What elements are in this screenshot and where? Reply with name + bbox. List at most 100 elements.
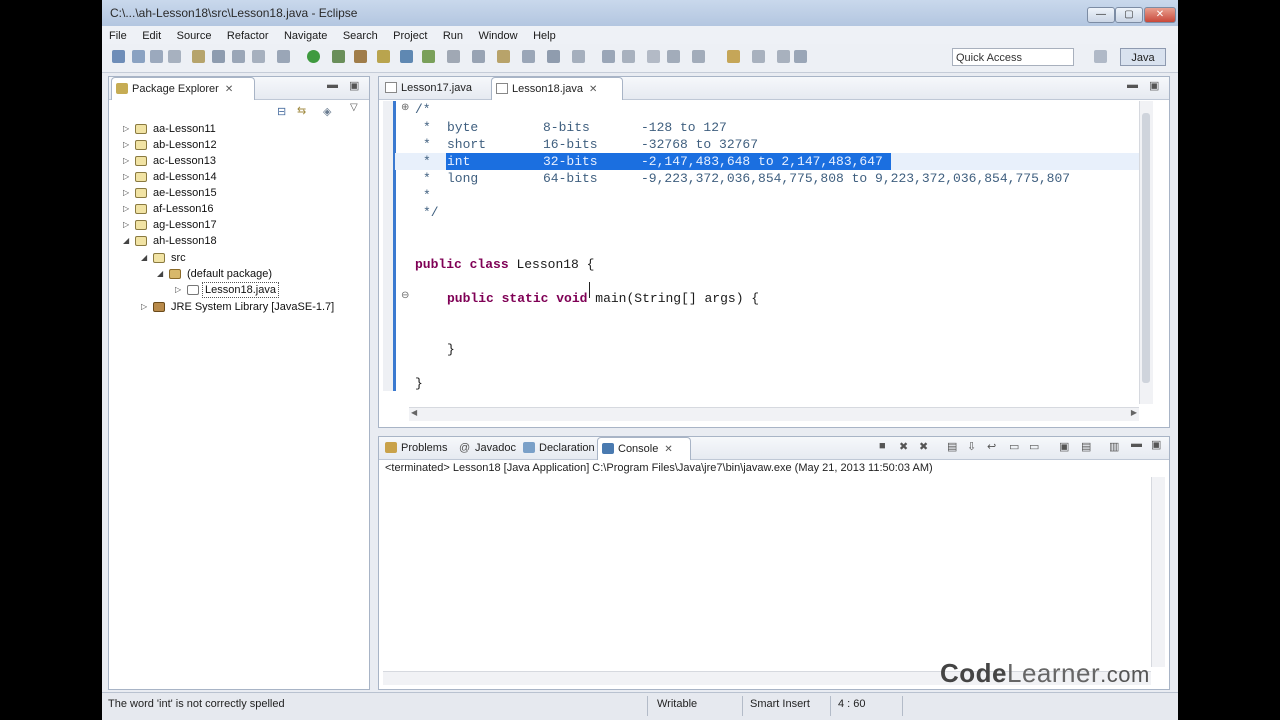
scrollbar-thumb[interactable]: [1142, 113, 1150, 383]
forward-icon[interactable]: [692, 50, 705, 63]
annotation-icon[interactable]: [497, 50, 510, 63]
run-history-icon[interactable]: [332, 50, 345, 63]
expand-icon[interactable]: ▷: [123, 217, 129, 233]
last-edit-icon[interactable]: [647, 50, 660, 63]
block-select-icon[interactable]: [547, 50, 560, 63]
console-vertical-scrollbar[interactable]: [1151, 477, 1165, 667]
search-task-icon[interactable]: [252, 50, 265, 63]
next-annotation-icon[interactable]: [602, 50, 615, 63]
code-line-close-class[interactable]: }: [415, 375, 423, 392]
maximize-button[interactable]: ▢: [1115, 7, 1143, 23]
tab-package-explorer[interactable]: Package Explorer ✕: [111, 77, 255, 100]
open-perspective-small-icon[interactable]: [794, 50, 807, 63]
toggle-mark-icon[interactable]: [522, 50, 535, 63]
fold-comment-icon[interactable]: ⊕: [401, 102, 409, 113]
new-java-project-icon[interactable]: [377, 50, 390, 63]
menu-help[interactable]: Help: [526, 28, 560, 42]
prev-annotation-icon[interactable]: [622, 50, 635, 63]
remove-all-icon[interactable]: ✖: [919, 440, 928, 453]
editor-vertical-scrollbar[interactable]: [1139, 101, 1153, 404]
minimize-view-icon[interactable]: ▬: [1131, 438, 1142, 450]
history-back-icon[interactable]: [752, 50, 765, 63]
menu-project[interactable]: Project: [386, 28, 431, 42]
show-stderr-icon[interactable]: ▭: [1029, 440, 1039, 453]
expand-icon[interactable]: ▷: [123, 153, 129, 169]
link-with-editor-icon[interactable]: ⇆: [297, 104, 306, 117]
open-perspective-icon[interactable]: [1094, 50, 1107, 63]
tab-lesson17-java[interactable]: Lesson17.java: [381, 77, 493, 99]
word-wrap-icon[interactable]: ↩: [987, 440, 996, 453]
menu-window[interactable]: Window: [471, 28, 521, 42]
close-button[interactable]: ✕: [1144, 7, 1176, 23]
expand-icon[interactable]: ▷: [123, 121, 129, 137]
fold-method-icon[interactable]: ⊖: [401, 290, 409, 301]
menu-navigate[interactable]: Navigate: [277, 28, 331, 42]
minimize-view-icon[interactable]: ▬: [327, 79, 338, 91]
expand-icon[interactable]: ▷: [175, 282, 181, 298]
save-icon[interactable]: [132, 50, 145, 63]
open-type-icon[interactable]: [212, 50, 225, 63]
expand-icon[interactable]: ▷: [141, 299, 147, 315]
show-whitespace-icon[interactable]: [572, 50, 585, 63]
editor-horizontal-scrollbar[interactable]: ◀ ▶: [409, 407, 1139, 421]
collapse-icon[interactable]: ◢: [157, 266, 163, 282]
remove-launch-icon[interactable]: ✖: [899, 440, 908, 453]
menu-search[interactable]: Search: [336, 28, 382, 42]
close-icon[interactable]: ✕: [664, 439, 672, 461]
save-all-icon[interactable]: [150, 50, 163, 63]
scroll-left-icon[interactable]: ◀: [411, 408, 417, 417]
display-console-icon[interactable]: ▤: [1081, 440, 1091, 453]
code-line-long[interactable]: * long 64-bits -9,223,372,036,854,775,808 t…: [423, 170, 1070, 187]
history-forward-icon[interactable]: [777, 50, 790, 63]
menu-run[interactable]: Run: [436, 28, 467, 42]
minimize-button[interactable]: —: [1087, 7, 1115, 23]
expand-icon[interactable]: ▷: [123, 137, 129, 153]
close-icon[interactable]: ✕: [225, 79, 233, 101]
code-line-short[interactable]: * short 16-bits -32768 to 32767: [423, 136, 758, 153]
collapse-all-icon[interactable]: ⊟: [277, 105, 286, 118]
maximize-view-icon[interactable]: ▣: [1151, 438, 1161, 451]
menu-edit[interactable]: Edit: [135, 28, 165, 42]
view-menu-icon[interactable]: ▽: [350, 102, 358, 113]
focus-icon[interactable]: ◈: [323, 105, 331, 118]
menu-source[interactable]: Source: [170, 28, 216, 42]
code-line-close-main[interactable]: }: [447, 341, 455, 358]
external-tools-icon[interactable]: [354, 50, 367, 63]
maximize-view-icon[interactable]: ▣: [349, 79, 359, 92]
terminal-icon[interactable]: [232, 50, 245, 63]
pin-console-icon[interactable]: ▣: [1059, 440, 1069, 453]
minimize-view-icon[interactable]: ▬: [1127, 79, 1138, 91]
maximize-view-icon[interactable]: ▣: [1149, 79, 1159, 92]
search-icon[interactable]: [472, 50, 485, 63]
code-line-int[interactable]: * int 32-bits -2,147,483,648 to 2,147,483,6…: [423, 153, 883, 170]
open-type-2-icon[interactable]: [447, 50, 460, 63]
menu-file[interactable]: File: [102, 28, 131, 42]
back-icon[interactable]: [667, 50, 680, 63]
expand-icon[interactable]: ▷: [123, 201, 129, 217]
collapse-icon[interactable]: ◢: [141, 250, 147, 266]
scroll-lock-icon[interactable]: ⇩: [967, 440, 976, 453]
code-line-byte[interactable]: * byte 8-bits -128 to 127: [423, 119, 727, 136]
print-icon[interactable]: [168, 50, 181, 63]
code-line-main-decl[interactable]: public static void main(String[] args) {: [447, 290, 759, 307]
new-package-icon[interactable]: [400, 50, 413, 63]
tab-console[interactable]: Console ✕: [597, 437, 691, 460]
code-line-comment-end[interactable]: */: [423, 204, 439, 221]
debug-icon[interactable]: [277, 50, 290, 63]
pin-icon[interactable]: [727, 50, 740, 63]
scroll-right-icon[interactable]: ▶: [1131, 408, 1137, 417]
open-console-icon[interactable]: ▥: [1109, 440, 1119, 453]
collapse-icon[interactable]: ◢: [123, 233, 129, 249]
run-icon[interactable]: [307, 50, 320, 63]
clear-console-icon[interactable]: ▤: [947, 440, 957, 453]
expand-icon[interactable]: ▷: [123, 169, 129, 185]
close-icon[interactable]: ✕: [589, 79, 597, 101]
expand-icon[interactable]: ▷: [123, 185, 129, 201]
menu-refactor[interactable]: Refactor: [220, 28, 273, 42]
tab-lesson18-java[interactable]: Lesson18.java ✕: [491, 77, 623, 100]
code-line-star[interactable]: *: [423, 187, 431, 204]
code-line-comment-start[interactable]: /*: [415, 101, 431, 118]
build-icon[interactable]: [192, 50, 205, 63]
java-perspective-button[interactable]: Java: [1120, 48, 1166, 66]
new-class-icon[interactable]: [422, 50, 435, 63]
